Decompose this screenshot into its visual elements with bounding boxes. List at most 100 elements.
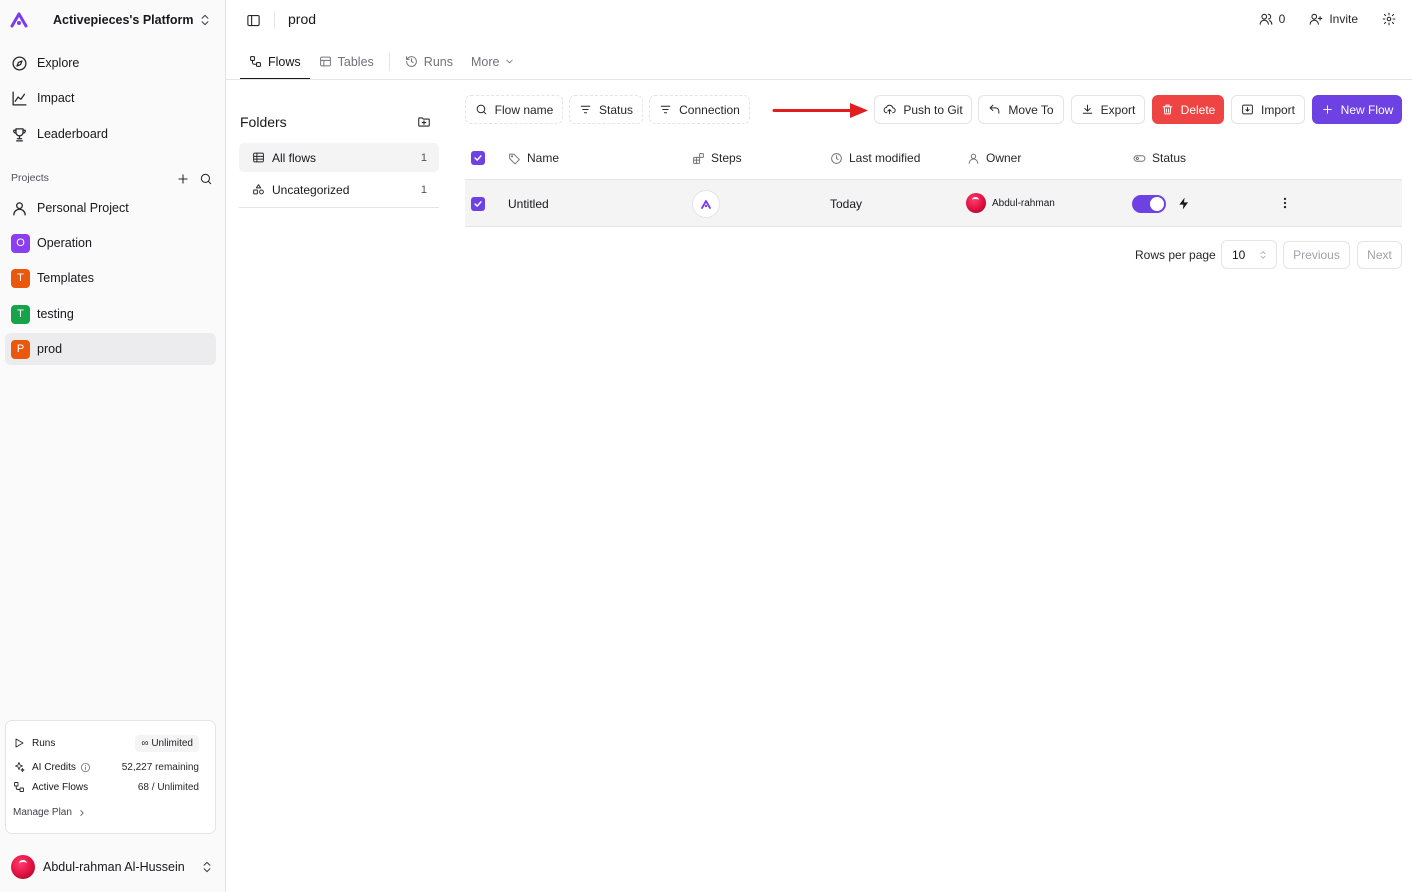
- table-row[interactable]: [465, 180, 1402, 227]
- column-header-last-modified[interactable]: Last modified: [830, 150, 920, 166]
- tab-more[interactable]: More: [462, 44, 524, 79]
- filter-flow-name-label: Flow name: [494, 102, 554, 117]
- new-flow-button[interactable]: New Flow: [1312, 95, 1402, 124]
- download-icon: [1081, 103, 1094, 116]
- manage-plan-link[interactable]: Manage Plan: [13, 807, 87, 818]
- members-button[interactable]: 0: [1259, 12, 1285, 26]
- filter-connection-button[interactable]: Connection: [649, 95, 750, 124]
- project-label: testing: [37, 307, 74, 321]
- project-item-templates[interactable]: T Templates: [5, 262, 216, 294]
- project-label: Operation: [37, 236, 92, 250]
- export-label: Export: [1100, 102, 1136, 117]
- rows-per-page-select[interactable]: 10: [1221, 240, 1277, 269]
- user-menu[interactable]: Abdul-rahman Al-Hussein: [11, 855, 216, 879]
- workflow-icon: [249, 55, 262, 68]
- project-label: Templates: [37, 271, 94, 285]
- users-icon: [1259, 12, 1273, 26]
- project-label: prod: [37, 342, 63, 356]
- project-item-testing[interactable]: T testing: [5, 298, 216, 330]
- flow-enabled-toggle[interactable]: [1132, 195, 1166, 213]
- platform-switcher[interactable]: Activepieces's Platform: [10, 8, 216, 32]
- flow-name-cell[interactable]: Untitled: [508, 197, 549, 211]
- clock-icon: [830, 152, 843, 165]
- owner-avatar: [966, 193, 986, 213]
- settings-button[interactable]: [1382, 12, 1396, 26]
- platform-name: Activepieces's Platform: [53, 13, 194, 27]
- info-icon[interactable]: [80, 762, 91, 773]
- filter-icon: [579, 103, 592, 116]
- import-button[interactable]: Import: [1231, 95, 1305, 124]
- nav-leaderboard-label: Leaderboard: [37, 127, 108, 141]
- folder-all-flows[interactable]: All flows 1: [239, 143, 439, 172]
- search-projects-icon[interactable]: [199, 172, 213, 186]
- more-vertical-icon[interactable]: [1278, 196, 1292, 210]
- chevrons-up-down-icon: [200, 860, 214, 874]
- column-header-steps: Steps: [692, 150, 742, 166]
- usage-runs-value: ∞ Unlimited: [135, 734, 199, 752]
- last-modified-cell: Today: [830, 197, 863, 211]
- usage-flows-label: Active Flows: [32, 781, 89, 793]
- folder-plus-icon[interactable]: [417, 115, 431, 129]
- breadcrumb: prod: [288, 11, 317, 27]
- chevrons-up-down-icon: [1260, 250, 1266, 259]
- tab-runs[interactable]: Runs: [396, 44, 462, 79]
- project-label: Personal Project: [37, 201, 129, 215]
- folder-count: 1: [420, 183, 427, 196]
- next-page-button[interactable]: Next: [1357, 241, 1402, 269]
- filter-status-button[interactable]: Status: [569, 95, 643, 124]
- search-icon: [475, 103, 488, 116]
- push-to-git-button[interactable]: Push to Git: [874, 95, 972, 124]
- filter-flow-name-button[interactable]: Flow name: [465, 95, 563, 124]
- project-item-operation[interactable]: O Operation: [5, 227, 216, 259]
- export-button[interactable]: Export: [1071, 95, 1145, 124]
- invite-button[interactable]: Invite: [1309, 12, 1358, 26]
- usage-ai-label: AI Credits: [32, 761, 76, 773]
- tag-icon: [508, 152, 521, 165]
- tabs-divider: [226, 79, 1412, 80]
- projects-section-label: Projects: [11, 172, 49, 184]
- chevron-right-icon: [72, 808, 87, 818]
- table-icon: [319, 55, 332, 68]
- lightning-bolt-icon: [1179, 197, 1189, 210]
- nav-explore[interactable]: Explore: [5, 47, 216, 79]
- folders-divider: [239, 207, 439, 208]
- chevrons-up-down-icon: [198, 13, 212, 27]
- delete-button[interactable]: Delete: [1152, 95, 1224, 124]
- plus-icon: [1321, 103, 1334, 116]
- tab-tables[interactable]: Tables: [310, 44, 383, 79]
- nav-impact[interactable]: Impact: [5, 82, 216, 114]
- project-item-personal[interactable]: Personal Project: [5, 192, 216, 224]
- tab-flows[interactable]: Flows: [240, 44, 310, 80]
- chevron-down-icon: [504, 56, 515, 67]
- folder-uncategorized[interactable]: Uncategorized 1: [239, 175, 439, 204]
- tab-tables-label: Tables: [337, 54, 374, 69]
- select-all-checkbox[interactable]: [471, 151, 485, 165]
- shapes-icon: [252, 183, 265, 196]
- column-header-status: Status: [1133, 150, 1186, 166]
- column-owner-label: Owner: [986, 151, 1022, 165]
- tab-bar: Flows Tables Runs More: [240, 44, 524, 80]
- annotation-arrow: [772, 103, 868, 118]
- import-label: Import: [1260, 102, 1295, 117]
- previous-page-button[interactable]: Previous: [1283, 241, 1350, 269]
- user-icon: [967, 152, 980, 165]
- line-chart-icon: [11, 90, 28, 107]
- column-last-modified-label: Last modified: [849, 151, 921, 165]
- gear-icon: [1382, 12, 1396, 26]
- add-project-plus-icon[interactable]: [176, 172, 190, 186]
- push-to-git-label: Push to Git: [903, 102, 963, 117]
- nav-impact-label: Impact: [37, 91, 75, 105]
- project-badge: O: [11, 233, 30, 253]
- project-item-prod[interactable]: P prod: [5, 333, 216, 365]
- usage-active-flows: Active Flows 68 / Unlimited: [13, 778, 199, 796]
- move-to-button[interactable]: Move To: [978, 95, 1064, 124]
- nav-leaderboard[interactable]: Leaderboard: [5, 118, 216, 150]
- filter-status-label: Status: [598, 102, 634, 117]
- tab-flows-label: Flows: [268, 54, 301, 69]
- row-checkbox[interactable]: [471, 197, 485, 211]
- column-header-name[interactable]: Name: [508, 150, 559, 166]
- user-icon: [11, 200, 28, 217]
- table-icon: [252, 151, 265, 164]
- folder-label: All flows: [272, 150, 317, 165]
- sidebar-toggle-icon[interactable]: [246, 13, 261, 28]
